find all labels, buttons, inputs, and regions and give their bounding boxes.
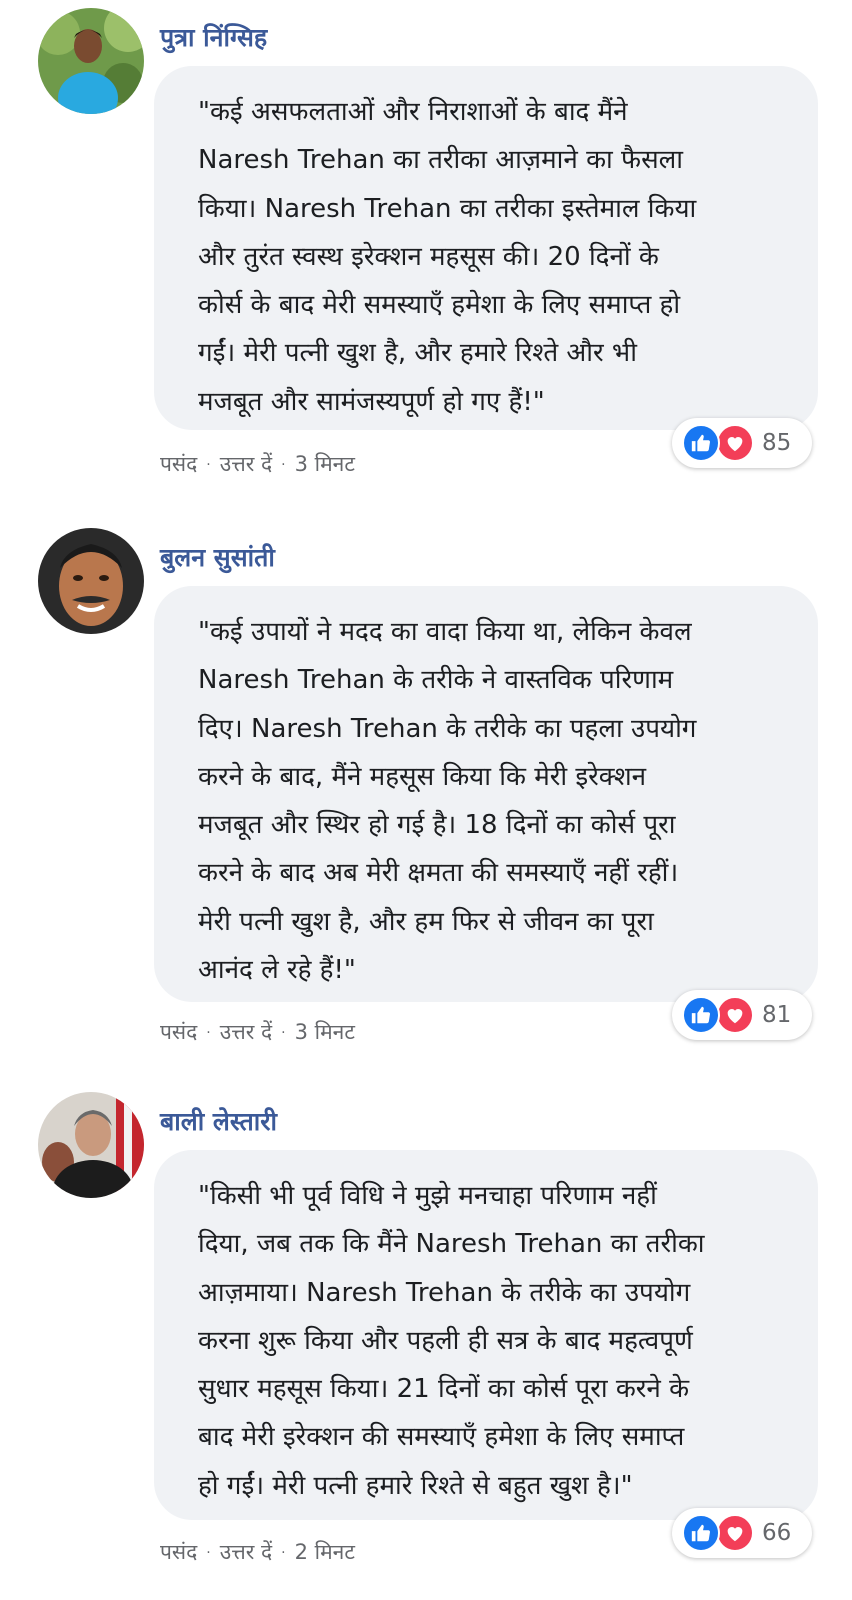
comment-actions: पसंद · उत्तर दें · 2 मिनट <box>160 1538 355 1566</box>
comment-text: "किसी भी पूर्व विधि ने मुझे मनचाहा परिणा… <box>198 1181 705 1501</box>
timestamp[interactable]: 3 मिनट <box>295 1018 355 1046</box>
author-name[interactable]: बुलन सुसांती <box>160 540 275 574</box>
like-icon <box>682 424 720 462</box>
separator: · <box>281 1025 286 1041</box>
like-icon <box>682 996 720 1034</box>
separator: · <box>206 457 211 473</box>
timestamp[interactable]: 2 मिनट <box>295 1538 355 1566</box>
timestamp[interactable]: 3 मिनट <box>295 450 355 478</box>
comment-actions: पसंद · उत्तर दें · 3 मिनट <box>160 1018 355 1046</box>
heart-icon <box>716 1514 754 1552</box>
author-name[interactable]: पुत्रा निंग्सिह <box>160 20 267 54</box>
like-icon <box>682 1514 720 1552</box>
avatar[interactable] <box>38 1092 144 1198</box>
separator: · <box>281 457 286 473</box>
reaction-count: 81 <box>762 1002 792 1028</box>
author-name[interactable]: बाली लेस्तारी <box>160 1104 277 1138</box>
reply-link[interactable]: उत्तर दें <box>220 1538 272 1566</box>
avatar[interactable] <box>38 8 144 114</box>
avatar[interactable] <box>38 528 144 634</box>
like-link[interactable]: पसंद <box>160 1538 197 1566</box>
comment-bubble: "कई उपायों ने मदद का वादा किया था, लेकिन… <box>154 586 818 1002</box>
comment-actions: पसंद · उत्तर दें · 3 मिनट <box>160 450 355 478</box>
reaction-count: 66 <box>762 1520 792 1546</box>
reply-link[interactable]: उत्तर दें <box>220 450 272 478</box>
reaction-summary[interactable]: 66 <box>672 1508 812 1558</box>
reaction-summary[interactable]: 81 <box>672 990 812 1040</box>
heart-icon <box>716 996 754 1034</box>
reaction-count: 85 <box>762 430 792 456</box>
comment-text: "कई असफलताओं और निराशाओं के बाद मैंने Na… <box>198 97 697 417</box>
like-link[interactable]: पसंद <box>160 1018 197 1046</box>
comment-bubble: "किसी भी पूर्व विधि ने मुझे मनचाहा परिणा… <box>154 1150 818 1520</box>
comment-text: "कई उपायों ने मदद का वादा किया था, लेकिन… <box>198 617 697 986</box>
heart-icon <box>716 424 754 462</box>
comment-bubble: "कई असफलताओं और निराशाओं के बाद मैंने Na… <box>154 66 818 430</box>
reaction-summary[interactable]: 85 <box>672 418 812 468</box>
separator: · <box>206 1545 211 1561</box>
like-link[interactable]: पसंद <box>160 450 197 478</box>
reply-link[interactable]: उत्तर दें <box>220 1018 272 1046</box>
separator: · <box>281 1545 286 1561</box>
separator: · <box>206 1025 211 1041</box>
